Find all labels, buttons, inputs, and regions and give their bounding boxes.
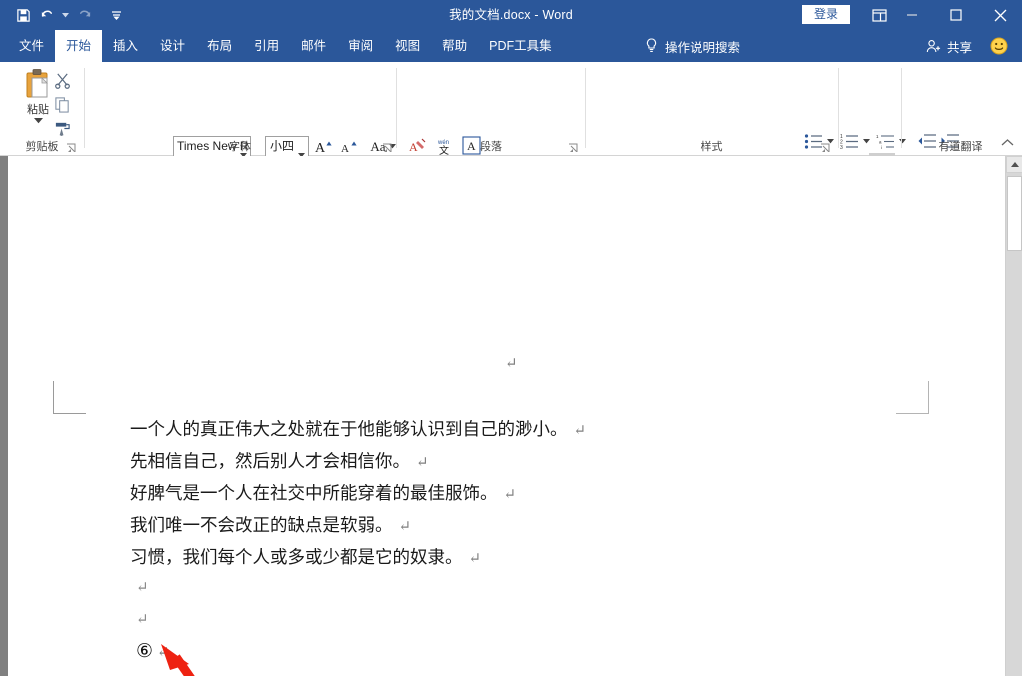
group-separator	[901, 68, 902, 148]
margin-marker-top-left	[53, 381, 86, 414]
group-separator	[838, 68, 839, 148]
styles-group-label: 样式	[700, 141, 723, 153]
word-window: 我的文档.docx - Word 登录 文件 开始 插入 设计 布局 引用 邮件…	[0, 0, 1022, 676]
group-separator	[396, 68, 397, 148]
document-line-2: 先相信自己，然后别人才会相信你。 ↵	[130, 451, 429, 471]
collapse-ribbon-icon[interactable]	[1001, 134, 1014, 152]
tab-review[interactable]: 审阅	[337, 30, 384, 62]
styles-dialog-launcher[interactable]	[820, 141, 832, 153]
vertical-scrollbar[interactable]	[1005, 156, 1022, 676]
scrollbar-thumb[interactable]	[1007, 176, 1022, 251]
ribbon-group-clipboard: 粘贴 剪贴板	[0, 62, 84, 156]
scroll-up-button[interactable]	[1006, 156, 1022, 173]
paragraph-group-label: 段落	[480, 141, 502, 153]
document-area: ↵ 一个人的真正伟大之处就在于他能够认识到自己的渺小。 ↵ 先相信自己，然后别人才…	[0, 156, 1022, 676]
format-painter-icon[interactable]	[50, 117, 74, 139]
paragraph-dialog-launcher[interactable]	[568, 141, 580, 153]
tell-me-search[interactable]: 操作说明搜索	[645, 30, 740, 62]
copy-icon[interactable]	[50, 93, 74, 115]
title-bar: 我的文档.docx - Word 登录	[0, 0, 1022, 30]
tab-view[interactable]: 视图	[384, 30, 431, 62]
close-button[interactable]	[978, 0, 1022, 30]
tab-layout[interactable]: 布局	[196, 30, 243, 62]
tab-design[interactable]: 设计	[149, 30, 196, 62]
tab-insert[interactable]: 插入	[102, 30, 149, 62]
window-controls	[890, 0, 1022, 30]
document-line-1: 一个人的真正伟大之处就在于他能够认识到自己的渺小。 ↵	[130, 419, 587, 439]
tab-pdf-tools[interactable]: PDF工具集	[478, 30, 563, 62]
tab-home[interactable]: 开始	[55, 30, 103, 62]
font-group-label: 字体	[229, 141, 251, 153]
font-dialog-launcher[interactable]	[382, 141, 394, 153]
feedback-smiley-icon[interactable]	[990, 37, 1008, 55]
ribbon-tabs: 文件 开始 插入 设计 布局 引用 邮件 审阅 视图 帮助 PDF工具集	[8, 30, 563, 62]
paragraph-mark: ↵	[505, 356, 518, 372]
sign-in-button[interactable]: 登录	[801, 5, 850, 24]
document-line-3: 好脾气是一个人在社交中所能穿着的最佳服饰。 ↵	[130, 483, 517, 503]
share-button[interactable]: 共享	[926, 30, 972, 62]
ribbon-tab-row: 文件 开始 插入 设计 布局 引用 邮件 审阅 视图 帮助 PDF工具集 操作说…	[0, 30, 1022, 62]
annotation-arrow	[161, 644, 195, 676]
ribbon-group-editing: 编辑	[840, 62, 900, 156]
share-label: 共享	[946, 40, 972, 55]
lightbulb-icon	[645, 38, 658, 54]
person-add-icon	[926, 39, 942, 54]
tab-help[interactable]: 帮助	[431, 30, 478, 62]
ribbon: 粘贴 剪贴板 Times New R 小四 A A Aa A wén 文 A 字…	[0, 62, 1022, 198]
tell-me-label: 操作说明搜索	[665, 40, 741, 55]
clipboard-dialog-launcher[interactable]	[66, 141, 78, 153]
empty-paragraph-mark: ↵	[136, 580, 149, 596]
tab-references[interactable]: 引用	[243, 30, 290, 62]
cut-icon[interactable]	[50, 69, 74, 91]
group-separator	[585, 68, 586, 148]
tab-mailings[interactable]: 邮件	[290, 30, 337, 62]
minimize-button[interactable]	[890, 0, 934, 30]
ribbon-group-styles: AaBbCcDc ↵ 正文 AaBbCcDc ↵ 无间隔 AaBl 标题 1	[587, 62, 836, 156]
tab-file[interactable]: 文件	[8, 30, 55, 62]
document-line-5: 习惯，我们每个人或多或少都是它的奴隶。 ↵	[130, 547, 482, 567]
ribbon-group-paragraph: 123 1ai 段落	[398, 62, 967, 198]
document-page[interactable]: ↵ 一个人的真正伟大之处就在于他能够认识到自己的渺小。 ↵ 先相信自己，然后别人才…	[8, 156, 1008, 676]
maximize-button[interactable]	[934, 0, 978, 30]
empty-paragraph-mark: ↵	[136, 612, 149, 628]
document-line-4: 我们唯一不会改正的缺点是软弱。 ↵	[130, 515, 412, 535]
margin-marker-top-right	[896, 381, 929, 414]
ribbon-group-font: Times New R 小四 A A Aa A wén 文 A 字体	[85, 62, 487, 187]
